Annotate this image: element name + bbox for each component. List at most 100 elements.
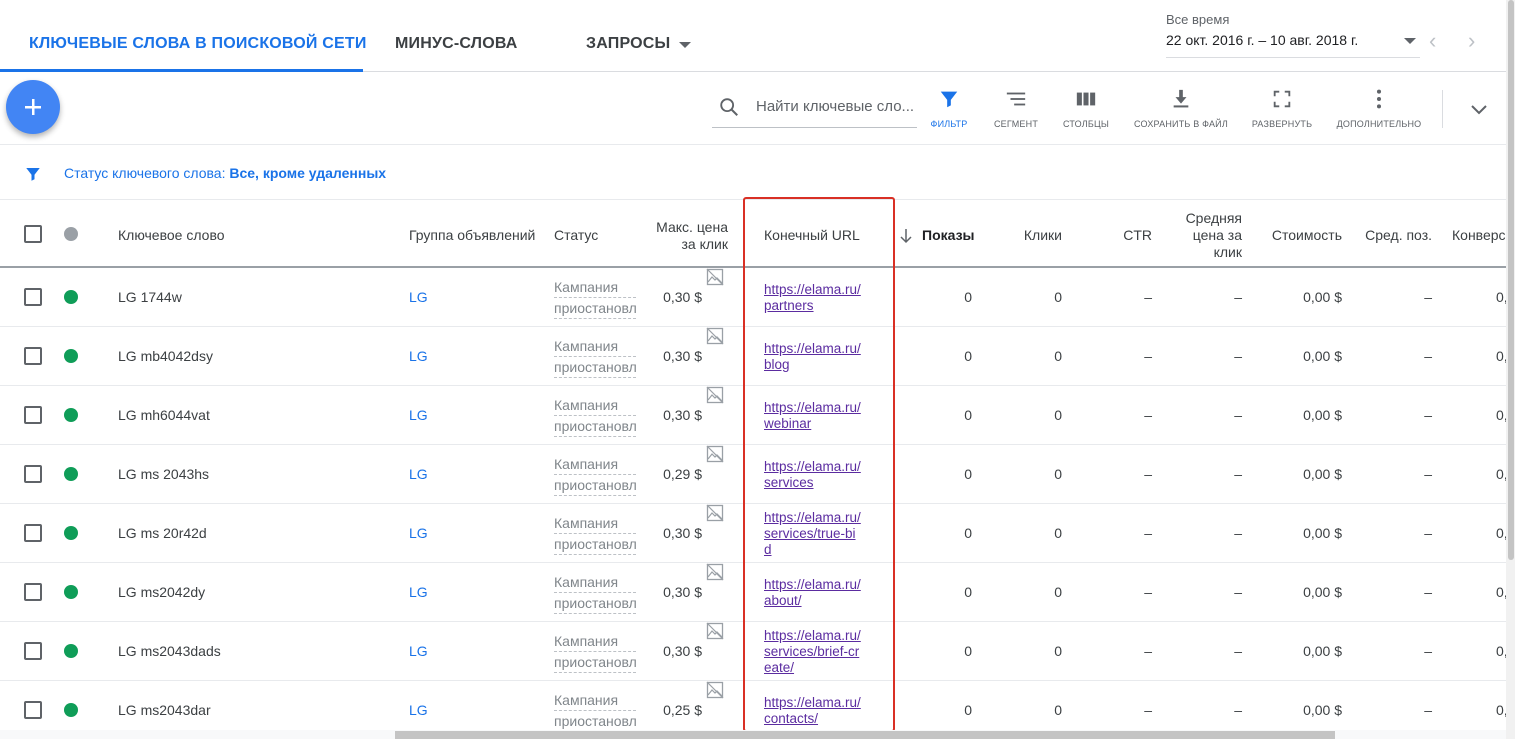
row-checkbox[interactable] [24,288,42,306]
adgroup-link[interactable]: LG [409,407,428,423]
adgroup-link[interactable]: LG [409,525,428,541]
column-adgroup[interactable]: Группа объявлений [409,227,535,243]
chevron-down-icon[interactable] [1469,99,1489,119]
row-checkbox[interactable] [24,583,42,601]
adgroup-link[interactable]: LG [409,584,428,600]
adgroup-link[interactable]: LG [409,702,428,718]
table-row[interactable]: LG ms2042dy LG Кампания приостановл 0,30… [0,563,1508,622]
column-avg-cpc[interactable]: Средняя цена за клик [1170,210,1242,261]
keyword-text[interactable]: LG ms2043dads [118,643,221,659]
max-cpc-value[interactable]: 0,30 $ [640,584,702,600]
add-keyword-button[interactable] [6,80,60,134]
chevron-left-icon[interactable]: ‹ [1429,28,1436,54]
final-url-link[interactable]: https://elama.ru/partners [764,282,862,314]
chevron-right-icon[interactable]: › [1468,28,1475,54]
status-text[interactable]: Кампания приостановл [554,277,636,319]
clicks-value: 0 [1054,525,1062,541]
tab-negative-keywords[interactable]: МИНУС-СЛОВА [395,35,518,53]
max-cpc-value[interactable]: 0,30 $ [640,407,702,423]
table-row[interactable]: LG ms 2043hs LG Кампания приостановл 0,2… [0,445,1508,504]
row-checkbox[interactable] [24,347,42,365]
cost-value: 0,00 $ [1303,289,1342,305]
search-input[interactable] [756,98,916,115]
column-max-cpc[interactable]: Макс. цена за клик [640,219,728,253]
clicks-value: 0 [1054,584,1062,600]
active-filter-chip[interactable]: Статус ключевого слова: Все, кроме удале… [64,165,386,181]
clicks-value: 0 [1054,702,1062,718]
row-checkbox[interactable] [24,701,42,719]
final-url-link[interactable]: https://elama.ru/contacts/ [764,695,862,727]
keyword-text[interactable]: LG mb4042dsy [118,348,213,364]
adgroup-link[interactable]: LG [409,348,428,364]
row-checkbox[interactable] [24,465,42,483]
column-ctr[interactable]: CTR [1090,227,1152,243]
adgroup-link[interactable]: LG [409,466,428,482]
keyword-text[interactable]: LG ms 2043hs [118,466,209,482]
final-url-link[interactable]: https://elama.ru/blog [764,341,862,373]
keyword-text[interactable]: LG mh6044vat [118,407,210,423]
table-row[interactable]: LG ms 20r42d LG Кампания приостановл 0,3… [0,504,1508,563]
column-final-url[interactable]: Конечный URL [764,227,860,243]
chevron-down-icon[interactable] [1404,38,1416,44]
column-avg-pos[interactable]: Сред. поз. [1356,227,1432,243]
segment-button[interactable]: СЕГМЕНТ [990,88,1042,129]
adgroup-link[interactable]: LG [409,289,428,305]
tab-search-keywords[interactable]: КЛЮЧЕВЫЕ СЛОВА В ПОИСКОВОЙ СЕТИ [29,35,367,53]
status-text[interactable]: Кампания приостановл [554,336,636,378]
download-button[interactable]: СОХРАНИТЬ В ФАЙЛ [1133,88,1229,129]
status-text[interactable]: Кампания приостановл [554,454,636,496]
no-image-icon [706,386,724,404]
horizontal-scrollbar-thumb[interactable] [395,731,1335,739]
max-cpc-value[interactable]: 0,30 $ [640,525,702,541]
more-button[interactable]: ДОПОЛНИТЕЛЬНО [1335,88,1423,129]
column-impressions[interactable]: Показы [922,227,975,243]
column-clicks[interactable]: Клики [990,227,1062,243]
chevron-down-icon[interactable] [679,42,691,48]
keyword-text[interactable]: LG 1744w [118,289,182,305]
max-cpc-value[interactable]: 0,30 $ [640,643,702,659]
max-cpc-value[interactable]: 0,30 $ [640,348,702,364]
row-checkbox[interactable] [24,642,42,660]
table-row[interactable]: LG mb4042dsy LG Кампания приостановл 0,3… [0,327,1508,386]
status-text[interactable]: Кампания приостановл [554,690,636,732]
select-all-checkbox[interactable] [24,225,42,243]
vertical-scrollbar-thumb[interactable] [1508,0,1514,560]
final-url-link[interactable]: https://elama.ru/webinar [764,400,862,432]
row-checkbox[interactable] [24,406,42,424]
column-keyword[interactable]: Ключевое слово [118,227,225,243]
clicks-value: 0 [1054,407,1062,423]
final-url-link[interactable]: https://elama.ru/about/ [764,577,862,609]
column-status[interactable]: Статус [554,227,598,243]
filter-icon [940,91,958,108]
row-checkbox[interactable] [24,524,42,542]
keyword-text[interactable]: LG ms 20r42d [118,525,207,541]
keyword-text[interactable]: LG ms2043dar [118,702,211,718]
table-row[interactable]: LG ms2043dads LG Кампания приостановл 0,… [0,622,1508,681]
sort-arrow-down-icon[interactable] [899,228,913,244]
status-text[interactable]: Кампания приостановл [554,513,636,555]
tab-search-terms[interactable]: ЗАПРОСЫ [586,35,670,53]
table-row[interactable]: LG 1744w LG Кампания приостановл 0,30 $ … [0,268,1508,327]
max-cpc-value[interactable]: 0,29 $ [640,466,702,482]
filter-button[interactable]: ФИЛЬТР [925,88,973,129]
avg-cpc-value: – [1234,584,1242,600]
ctr-value: – [1144,348,1152,364]
date-range-value: 22 окт. 2016 г. – 10 авг. 2018 г. [1166,32,1359,48]
column-cost[interactable]: Стоимость [1260,227,1342,243]
final-url-link[interactable]: https://elama.ru/services [764,459,862,491]
expand-button[interactable]: РАЗВЕРНУТЬ [1250,88,1314,129]
status-text[interactable]: Кампания приостановл [554,631,636,673]
max-cpc-value[interactable]: 0,30 $ [640,289,702,305]
status-text[interactable]: Кампания приостановл [554,395,636,437]
adgroup-link[interactable]: LG [409,643,428,659]
final-url-link[interactable]: https://elama.ru/services/brief-create/ [764,628,862,676]
status-text[interactable]: Кампания приостановл [554,572,636,614]
final-url-link[interactable]: https://elama.ru/services/true-bid [764,510,862,558]
keyword-text[interactable]: LG ms2042dy [118,584,205,600]
column-conversions[interactable]: Конверс [1452,227,1506,243]
status-line2: приостановл [554,416,636,437]
date-range-picker[interactable]: 22 окт. 2016 г. – 10 авг. 2018 г. [1166,32,1420,58]
max-cpc-value[interactable]: 0,25 $ [640,702,702,718]
columns-button[interactable]: СТОЛБЦЫ [1058,88,1114,129]
table-row[interactable]: LG mh6044vat LG Кампания приостановл 0,3… [0,386,1508,445]
